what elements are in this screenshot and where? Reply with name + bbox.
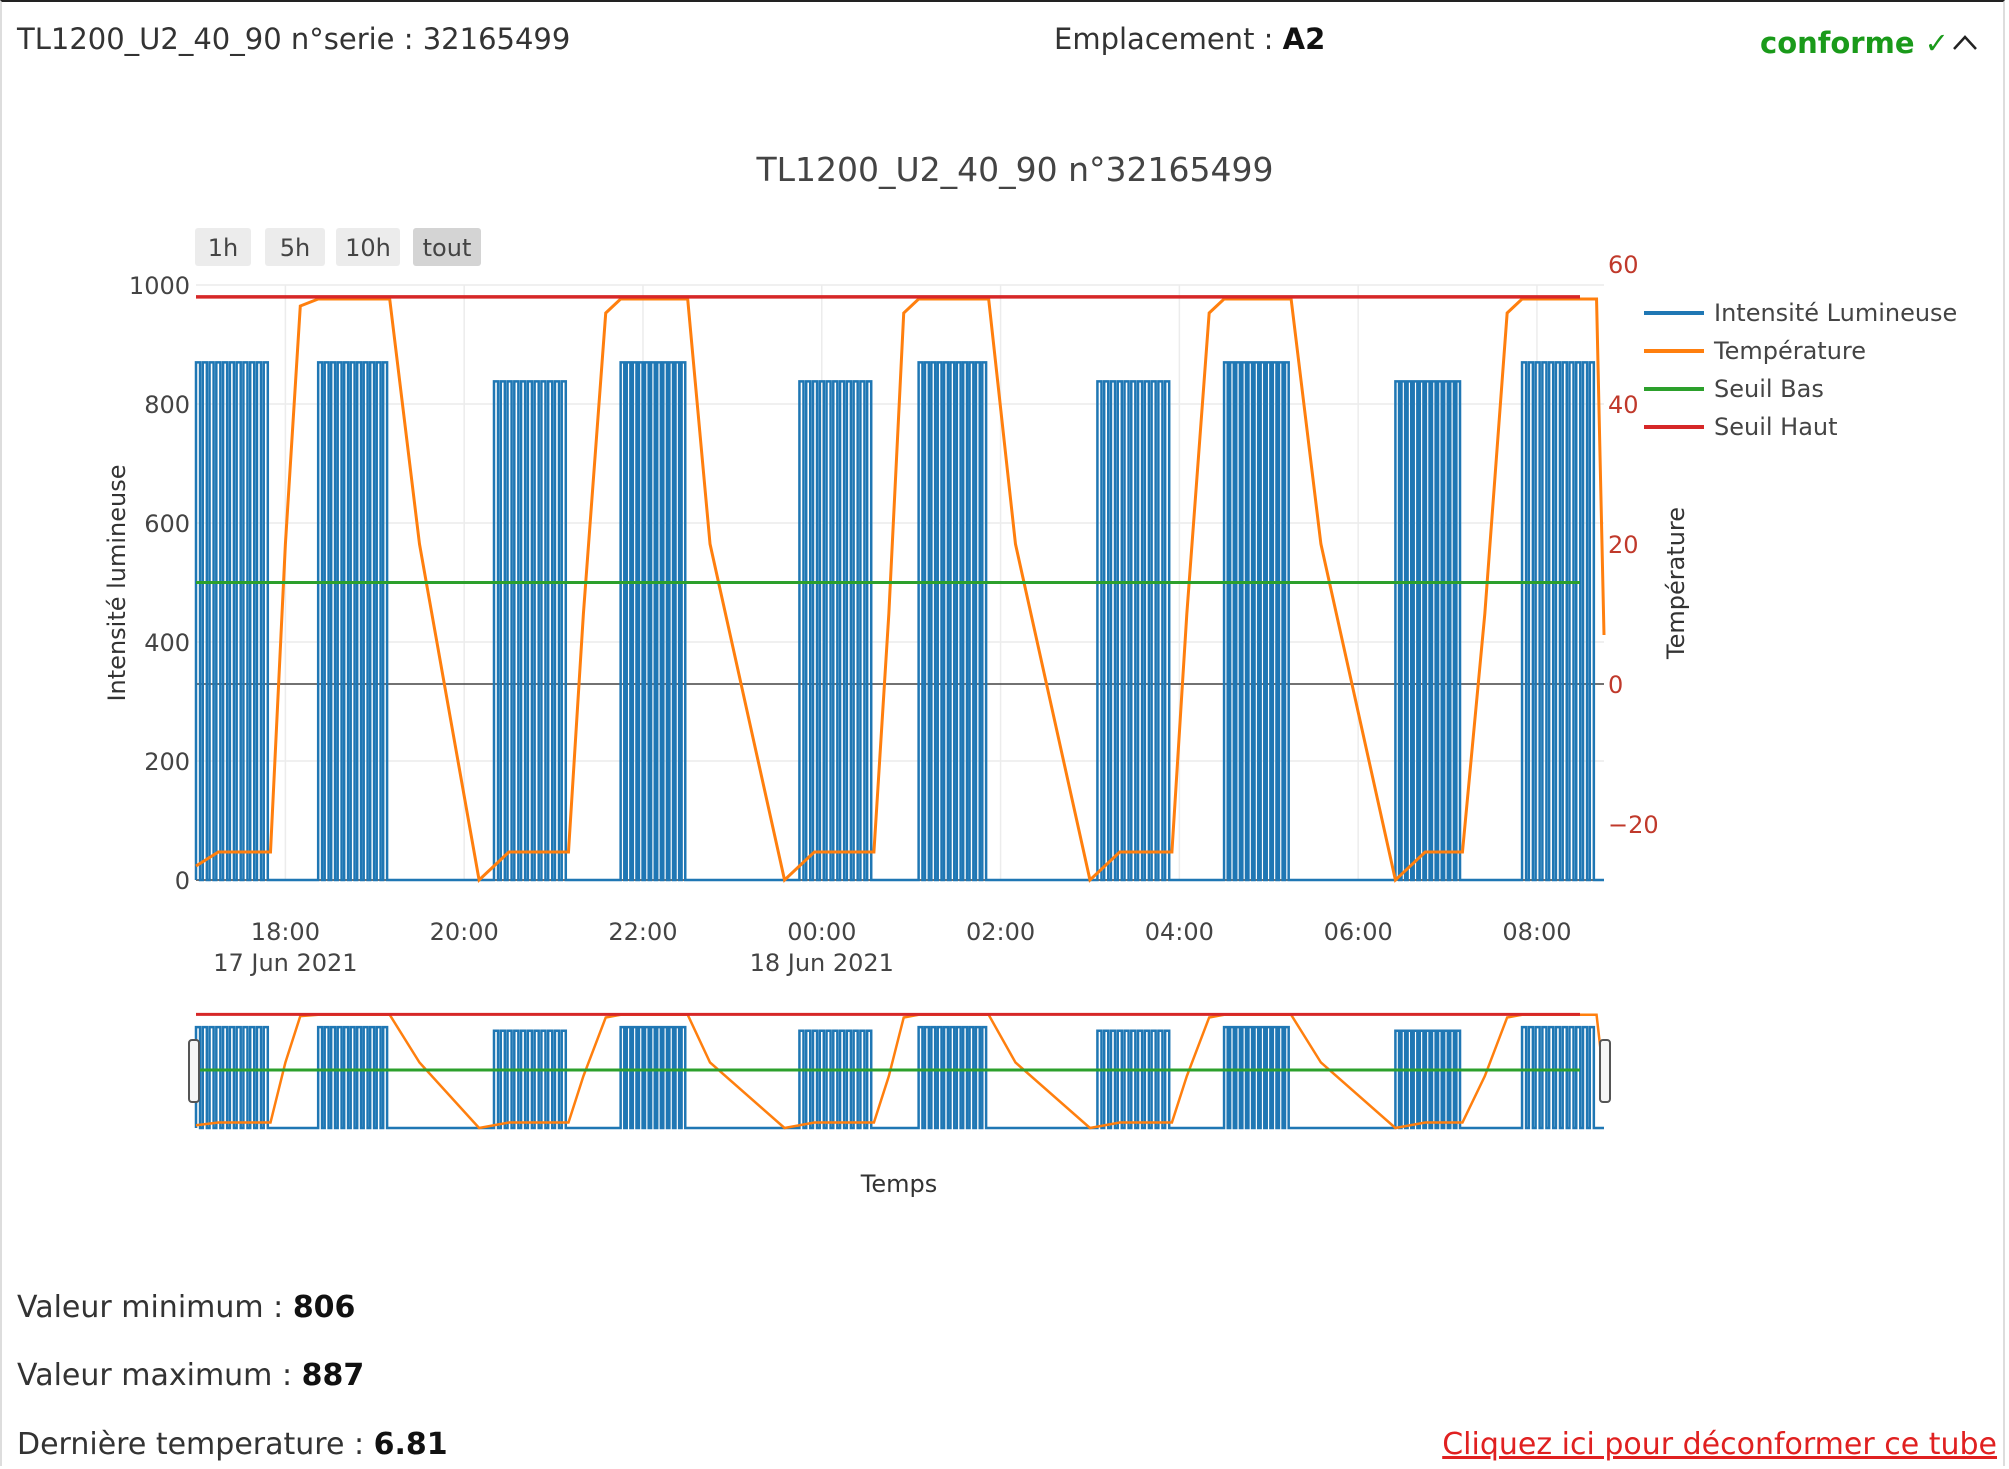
legend-label: Température xyxy=(1713,337,1866,365)
range-button-label: tout xyxy=(423,234,472,262)
y-tick-label: 1000 xyxy=(129,272,190,300)
y2-tick-label: 0 xyxy=(1608,671,1623,699)
range-button-label: 1h xyxy=(208,234,238,262)
legend-label: Seuil Bas xyxy=(1714,375,1824,403)
stat-min-label: Valeur minimum : xyxy=(17,1290,293,1325)
stat-temp-label: Dernière temperature : xyxy=(17,1427,374,1462)
legend: Intensité Lumineuse Température Seuil Bas S… xyxy=(1644,299,1957,441)
stat-temp-value: 6.81 xyxy=(373,1427,448,1462)
y2-tick-label: 40 xyxy=(1608,391,1639,419)
range-selector: 1h 5h 10h tout xyxy=(195,228,481,266)
x-tick-label: 00:00 xyxy=(787,918,856,946)
x-tick-date: 17 Jun 2021 xyxy=(213,949,357,977)
x-tick-label: 02:00 xyxy=(966,918,1035,946)
x-tick-date: 18 Jun 2021 xyxy=(750,949,894,977)
stat-max-label: Valeur maximum : xyxy=(17,1358,302,1393)
stat-max: Valeur maximum : 887 xyxy=(17,1358,364,1393)
x-tick-label: 20:00 xyxy=(430,918,499,946)
y2-tick-label: 60 xyxy=(1608,251,1639,279)
x-tick-label: 08:00 xyxy=(1502,918,1571,946)
y-tick-label: 200 xyxy=(144,748,190,776)
deconform-link[interactable]: Cliquez ici pour déconformer ce tube xyxy=(1442,1427,1997,1462)
y-tick-label: 600 xyxy=(144,510,190,538)
y2-tick-label: 20 xyxy=(1608,531,1639,559)
x-tick-label: 06:00 xyxy=(1324,918,1393,946)
plot-area xyxy=(194,295,1606,883)
stat-min: Valeur minimum : 806 xyxy=(17,1290,355,1325)
range-slider-handle-left[interactable] xyxy=(188,1039,200,1103)
y-tick-label: 0 xyxy=(175,867,190,895)
y-tick-label: 800 xyxy=(144,391,190,419)
legend-label: Seuil Haut xyxy=(1714,413,1838,441)
x-axis-label: Temps xyxy=(860,1170,937,1198)
range-button-label: 10h xyxy=(345,234,391,262)
x-tick-label: 04:00 xyxy=(1145,918,1214,946)
stat-min-value: 806 xyxy=(292,1290,356,1325)
y2-tick-label: −20 xyxy=(1608,811,1659,839)
stat-max-value: 887 xyxy=(301,1358,365,1393)
series-line-temperature xyxy=(195,297,1606,883)
x-tick-label: 18:00 xyxy=(251,918,320,946)
range-slider-handle-right[interactable] xyxy=(1599,1039,1611,1103)
y-tick-label: 400 xyxy=(144,629,190,657)
range-slider[interactable] xyxy=(188,1012,1611,1130)
x-tick-label: 22:00 xyxy=(608,918,677,946)
legend-label: Intensité Lumineuse xyxy=(1714,299,1957,327)
chart[interactable]: TL1200_U2_40_90 n°32165499 1h 5h 10h tout 0… xyxy=(0,0,2009,1215)
y-axis-label: Intensité lumineuse xyxy=(103,464,131,701)
y2-axis-label: Température xyxy=(1662,507,1690,660)
chart-title: TL1200_U2_40_90 n°32165499 xyxy=(755,150,1273,189)
stat-temp: Dernière temperature : 6.81 xyxy=(17,1427,448,1462)
range-button-label: 5h xyxy=(280,234,310,262)
